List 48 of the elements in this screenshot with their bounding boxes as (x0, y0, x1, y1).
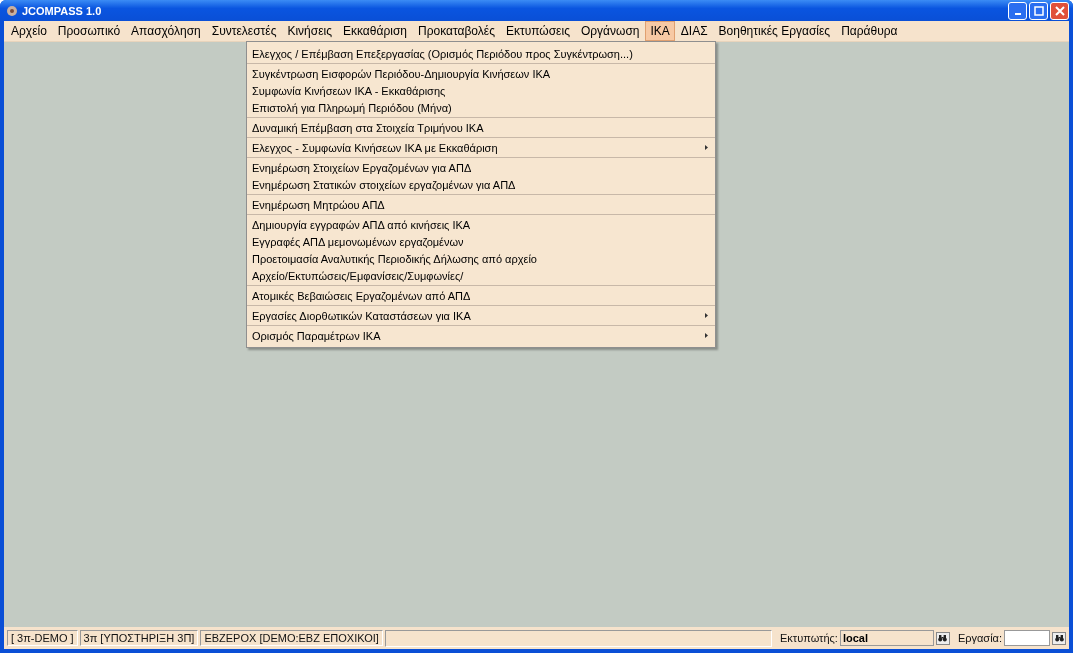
menu-option[interactable]: Εργασίες Διορθωτικών Καταστάσεων για ΙΚΑ (247, 307, 715, 324)
menu-item[interactable]: Παράθυρα (836, 21, 903, 41)
maximize-icon (1033, 5, 1044, 16)
binoculars-icon (1054, 634, 1064, 642)
window-title: JCOMPASS 1.0 (22, 4, 103, 17)
job-lookup-button[interactable] (1052, 631, 1066, 645)
menu-option[interactable]: Επιστολή για Πληρωμή Περιόδου (Μήνα) (247, 99, 715, 116)
menu-option[interactable]: Ατομικές Βεβαιώσεις Εργαζομένων από ΑΠΔ (247, 287, 715, 304)
printer-field[interactable]: local (839, 630, 934, 646)
minimize-button[interactable] (1008, 1, 1027, 20)
menu-item[interactable]: Εκκαθάριση (338, 21, 412, 41)
menu-item[interactable]: Προσωπικό (52, 21, 126, 41)
status-panel: [ 3π-DEMO ] (7, 630, 78, 646)
app-icon (6, 4, 18, 17)
menu-item[interactable]: Εκτυπώσεις (500, 21, 575, 41)
menu-option[interactable]: Ενημέρωση Στατικών στοιχείων εργαζομένων για ΑΠΔ (247, 176, 715, 193)
close-button[interactable] (1050, 1, 1069, 20)
menu-item[interactable]: Απασχόληση (126, 21, 206, 41)
menu-option[interactable]: Δημιουργία εγγραφών ΑΠΔ από κινήσεις ΙΚΑ (247, 216, 715, 233)
printer-lookup-button[interactable] (935, 631, 950, 645)
minimize-icon (1014, 13, 1021, 15)
menu-option[interactable]: Εγγραφές ΑΠΔ μεμονωμένων εργαζομένων (247, 233, 715, 250)
menu-option[interactable]: Δυναμική Επέμβαση στα Στοιχεία Τριμήνου ΙΚΑ (247, 119, 715, 136)
menu-option[interactable]: Ενημέρωση Στοιχείων Εργαζομένων για ΑΠΔ (247, 159, 715, 176)
menu-option[interactable]: Προετοιμασία Αναλυτικής Περιοδικής Δήλωσης από αρχείο (247, 250, 715, 267)
menu-option[interactable]: Ελεγχος / Επέμβαση Επεξεργασίας (Ορισμός Περιόδου προς Συγκέντρωση...) (247, 45, 715, 62)
maximize-button[interactable] (1029, 1, 1048, 20)
menu-item[interactable]: Αρχείο (6, 21, 52, 41)
menu-item[interactable]: Κινήσεις (282, 21, 337, 41)
menu-item[interactable]: ΔΙΑΣ (675, 21, 713, 41)
menu-option[interactable]: Ενημέρωση Μητρώου ΑΠΔ (247, 196, 715, 213)
menu-option[interactable]: Αρχείο/Εκτυπώσεις/Εμφανίσεις/Συμφωνίες/ (247, 267, 715, 284)
menu-item[interactable]: Βοηθητικές Εργασίες (713, 21, 836, 41)
menu-item[interactable]: Οργάνωση (575, 21, 645, 41)
binoculars-icon (938, 634, 948, 642)
menu-option[interactable]: Συμφωνία Κινήσεων ΙΚΑ - Εκκαθάρισης (247, 82, 715, 99)
menu-option[interactable]: Συγκέντρωση Εισφορών Περιόδου-Δημιουργία Κινήσεων ΙΚΑ (247, 65, 715, 82)
menu-item[interactable]: Συντελεστές (206, 21, 282, 41)
job-field[interactable] (1004, 630, 1050, 646)
menu-item[interactable]: ΙΚΑ (645, 21, 675, 41)
menu-option[interactable]: Ελεγχος - Συμφωνία Κινήσεων ΙΚΑ με Εκκαθάριση (247, 139, 715, 156)
job-label: Εργασία: (957, 632, 1002, 644)
status-panel: ΕΒΖΕΡΟΧ [DEMO:ΕΒΖ ΕΠΟΧΙΚΟΙ] (200, 630, 383, 646)
status-panel: 3π [ΥΠΟΣΤΗΡΙΞΗ 3Π] (79, 630, 199, 646)
menu-item[interactable]: Προκαταβολές (412, 21, 500, 41)
menu-option[interactable]: Ορισμός Παραμέτρων ΙΚΑ (247, 327, 715, 344)
printer-label: Εκτυπωτής: (780, 632, 838, 644)
close-icon (1054, 5, 1065, 16)
